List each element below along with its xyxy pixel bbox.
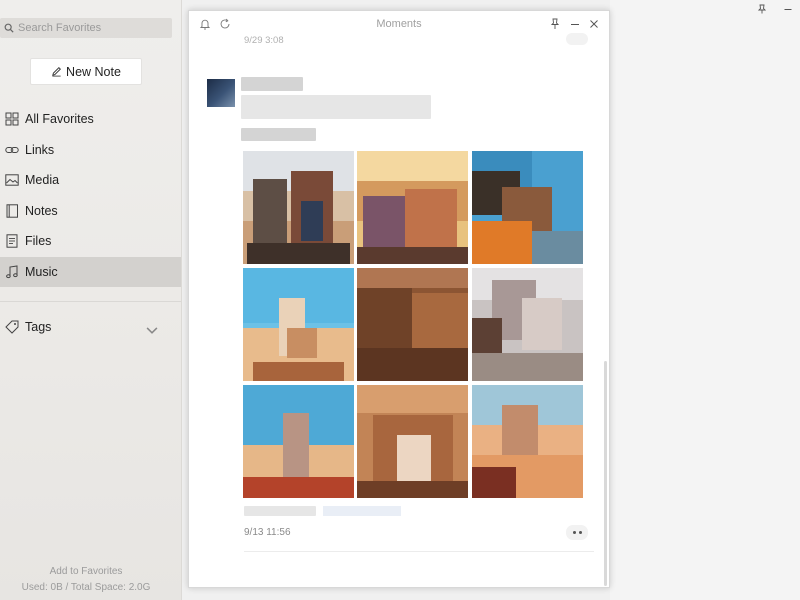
sidebar-item-music[interactable]: Music <box>0 257 181 287</box>
photo-8[interactable] <box>357 385 468 498</box>
refresh-icon[interactable] <box>219 18 231 30</box>
sidebar-item-links[interactable]: Links <box>0 135 181 165</box>
search-box[interactable] <box>0 18 172 38</box>
post-comment-redacted <box>244 506 316 516</box>
music-note-icon <box>6 265 18 279</box>
photo-7[interactable] <box>243 385 354 498</box>
minimize-icon[interactable] <box>569 18 581 30</box>
bell-icon[interactable] <box>199 18 211 30</box>
sidebar-item-notes[interactable]: Notes <box>0 196 181 226</box>
close-icon[interactable] <box>588 18 600 30</box>
sidebar-item-label: Music <box>25 265 58 279</box>
photo-1[interactable] <box>243 151 354 264</box>
photo-3[interactable] <box>472 151 583 264</box>
search-icon <box>4 23 14 33</box>
grid-icon <box>5 112 19 126</box>
link-icon <box>5 147 19 153</box>
moments-scrollbar[interactable] <box>604 361 607 586</box>
post-divider <box>244 551 594 552</box>
add-to-favorites-link[interactable]: Add to Favorites <box>0 566 172 577</box>
post-text-redacted <box>241 95 431 119</box>
post-time: 9/13 11:56 <box>244 527 291 538</box>
notebook-icon <box>6 204 18 218</box>
avatar[interactable] <box>207 79 235 107</box>
sidebar-item-label: All Favorites <box>25 112 94 126</box>
sidebar-item-label: Tags <box>25 320 52 334</box>
more-dots-icon <box>572 531 576 534</box>
photo-6[interactable] <box>472 268 583 381</box>
minimize-icon[interactable] <box>783 4 793 14</box>
sidebar-item-label: Links <box>25 143 55 157</box>
main-background <box>610 0 800 600</box>
more-dots-icon <box>578 531 582 534</box>
photo-5[interactable] <box>357 268 468 381</box>
pencil-icon <box>52 67 62 77</box>
tag-icon <box>5 320 19 334</box>
moments-title: Moments <box>376 18 422 30</box>
photo-9[interactable] <box>472 385 583 498</box>
sidebar: New Note All Favorites Links Media Notes <box>0 0 182 600</box>
image-icon <box>5 174 19 186</box>
post-link-redacted[interactable] <box>323 506 401 516</box>
pin-icon[interactable] <box>757 4 767 14</box>
sidebar-item-tags[interactable]: Tags <box>0 312 181 342</box>
space-usage-text: Used: 0B / Total Space: 2.0G <box>21 582 151 593</box>
sidebar-item-label: Media <box>25 173 60 187</box>
pin-icon[interactable] <box>549 18 561 30</box>
previous-post-more-button[interactable] <box>566 33 588 45</box>
chevron-down-icon[interactable] <box>145 323 159 337</box>
sidebar-item-label: Notes <box>25 204 58 218</box>
new-note-label: New Note <box>66 64 121 79</box>
file-icon <box>6 234 18 248</box>
sidebar-item-label: Files <box>25 234 52 248</box>
sidebar-divider <box>0 301 181 302</box>
photo-4[interactable] <box>243 268 354 381</box>
sidebar-item-media[interactable]: Media <box>0 165 181 195</box>
username-redacted[interactable] <box>241 77 303 91</box>
moments-titlebar: Moments <box>189 11 609 37</box>
previous-post-time: 9/29 3:08 <box>244 35 284 46</box>
moments-window: Moments 9/29 3:08 9/13 11:56 <box>188 10 610 588</box>
search-input[interactable] <box>18 22 168 34</box>
sidebar-item-files[interactable]: Files <box>0 226 181 256</box>
new-note-button[interactable]: New Note <box>30 58 142 85</box>
sidebar-item-all-favorites[interactable]: All Favorites <box>0 104 181 134</box>
more-options-button[interactable] <box>566 525 588 540</box>
photo-2[interactable] <box>357 151 468 264</box>
post-text-redacted <box>241 128 316 141</box>
